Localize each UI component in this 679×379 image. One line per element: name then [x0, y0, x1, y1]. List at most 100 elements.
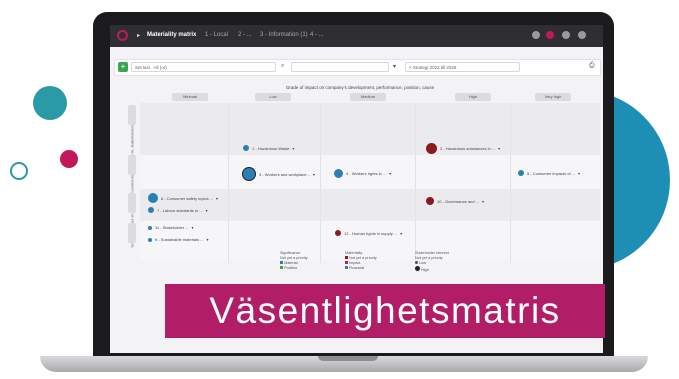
item-bubble: [426, 143, 437, 154]
legend-entry: Low: [419, 261, 427, 265]
decorative-magenta-circle: [60, 150, 78, 168]
laptop-notch: [318, 356, 378, 361]
dropdown-icon[interactable]: ▾: [216, 196, 218, 201]
item-bubble: [148, 207, 154, 213]
item-label: 9 - Sustainable materials ...: [155, 237, 204, 242]
column-header-high: High: [455, 93, 491, 101]
matrix-item[interactable]: 6 - Consumer safety topics ... ▾: [148, 193, 218, 203]
grid-line: [320, 103, 321, 263]
legend-entry: Not yet a priority: [349, 256, 377, 260]
search-icon[interactable]: ⌕: [281, 63, 284, 70]
item-bubble: [243, 145, 249, 151]
filter-value-1: All (or): [153, 65, 167, 70]
grid-line: [510, 103, 511, 263]
dropdown-icon[interactable]: ▾: [389, 171, 391, 176]
dropdown-icon[interactable]: ▾: [292, 146, 294, 151]
banner-title: Väsentlighetsmatris: [209, 290, 561, 331]
app-logo-icon[interactable]: [117, 30, 128, 41]
item-label: 3 - Workers and workplace...: [259, 171, 310, 177]
item-label: 11 - Stakeholder ...: [155, 225, 189, 230]
legend-entry: High: [421, 268, 429, 272]
matrix-item[interactable]: 1 - Hazardous Waste ▾: [243, 145, 294, 151]
notification-icon[interactable]: [546, 31, 554, 39]
row-header-1: [128, 105, 136, 125]
help-icon[interactable]: [532, 31, 540, 39]
matrix-item[interactable]: 12 - Human rights in supply ... ▾: [335, 230, 402, 236]
matrix-item[interactable]: 2 - Hazardous substances in ... ▾: [426, 143, 500, 154]
row-header-2: [128, 155, 136, 175]
breadcrumb-3[interactable]: 3 - Information (1): [260, 32, 308, 38]
item-label: 2 - Hazardous substances in ...: [440, 146, 496, 151]
matrix-item[interactable]: 3 - Workers and workplace... ▾: [242, 167, 315, 181]
matrix-item[interactable]: 9 - Sustainable materials ... ▾: [148, 237, 208, 242]
legend-significance: Significance Not yet a priority Material…: [280, 251, 308, 271]
matrix-item[interactable]: 4 - Workers rights in ... ▾: [334, 169, 391, 178]
item-bubble: [335, 230, 341, 236]
column-header-medium: Medium: [350, 93, 386, 101]
item-label: 5 - Consumer impacts of ...: [527, 170, 576, 176]
column-header-low: Low: [255, 93, 291, 101]
legend-swatch: [280, 261, 283, 264]
legend-materiality: Materiality Not yet a priority Impact Fi…: [345, 251, 377, 271]
row-header-3: [128, 193, 136, 213]
item-bubble: [518, 170, 524, 176]
dropdown-icon[interactable]: ▾: [578, 171, 580, 176]
filter-toolbar: + Set last All (or) ⌕ ▾ × Strategi 2022 …: [114, 59, 601, 76]
legend-entry: Impact: [349, 261, 361, 265]
app-title: Materiality matrix: [147, 32, 197, 38]
app-topbar: ▸ Materiality matrix 1 - Local 2 - ... 3…: [110, 25, 603, 47]
legend-swatch: [345, 261, 348, 264]
item-bubble: [426, 197, 434, 205]
matrix-item[interactable]: 11 - Stakeholder ... ▾: [148, 225, 194, 230]
item-label: 6 - Consumer safety topics ...: [161, 195, 214, 201]
matrix-item[interactable]: 10 - Governance and ... ▾: [426, 197, 484, 205]
decorative-ring: [10, 162, 28, 180]
filter-select-2[interactable]: [291, 62, 389, 72]
legend-entry: Positive: [284, 266, 298, 270]
grid-line: [415, 103, 416, 263]
filter-label-1: Set last: [135, 65, 151, 70]
legend-swatch: [345, 266, 348, 269]
breadcrumb-1[interactable]: 1 - Local: [205, 32, 228, 38]
filter-icon[interactable]: ▾: [393, 63, 396, 70]
decorative-teal-circle: [33, 86, 67, 120]
dropdown-icon[interactable]: ▾: [192, 225, 194, 230]
dropdown-icon[interactable]: ▾: [206, 237, 208, 242]
legend-entry: Material: [284, 261, 298, 265]
item-label: 4 - Workers rights in ...: [346, 171, 387, 176]
matrix-title: Grade of impact on company’s development…: [285, 85, 435, 90]
item-bubble: [242, 167, 256, 181]
item-label: 12 - Human rights in supply ...: [344, 230, 398, 236]
dropdown-icon[interactable]: ▾: [498, 146, 500, 151]
column-header-very-high: Very high: [535, 93, 571, 101]
legend-swatch: [415, 261, 418, 264]
menu-icon[interactable]: [578, 31, 586, 39]
row-header-4: [128, 223, 136, 243]
nav-arrow-icon[interactable]: ▸: [137, 32, 140, 39]
matrix-band-1: [140, 103, 600, 155]
matrix-item[interactable]: 7 - Labour standards in ... ▾: [148, 207, 208, 213]
matrix-item[interactable]: 5 - Consumer impacts of ... ▾: [518, 170, 580, 176]
grid-line: [228, 103, 229, 263]
print-icon[interactable]: ⎙: [589, 62, 595, 70]
item-bubble: [148, 237, 152, 242]
dropdown-icon[interactable]: ▾: [206, 208, 208, 213]
legend-swatch: [345, 256, 348, 259]
breadcrumb-4[interactable]: 4 - ...: [310, 32, 324, 38]
dropdown-icon[interactable]: ▾: [482, 199, 484, 204]
user-avatar-icon[interactable]: [562, 31, 570, 39]
dropdown-icon[interactable]: ▾: [400, 231, 402, 236]
legend-stakeholder: Stakeholder interest Not yet a priority …: [415, 251, 449, 273]
legend-swatch: [280, 266, 283, 269]
item-label: 10 - Governance and ...: [437, 198, 480, 204]
add-button[interactable]: +: [118, 62, 128, 72]
column-header-minimal: Minimal: [172, 93, 208, 101]
dropdown-icon[interactable]: ▾: [313, 172, 315, 177]
legend-entry: Financial: [349, 266, 365, 270]
item-bubble: [334, 169, 343, 178]
breadcrumb-2[interactable]: 2 - ...: [238, 32, 252, 38]
filter-select-3[interactable]: × Strategi 2022 till 2025: [405, 62, 520, 72]
item-label: 1 - Hazardous Waste: [252, 145, 290, 151]
item-bubble: [148, 225, 152, 230]
filter-select-1[interactable]: Set last All (or): [131, 62, 276, 72]
